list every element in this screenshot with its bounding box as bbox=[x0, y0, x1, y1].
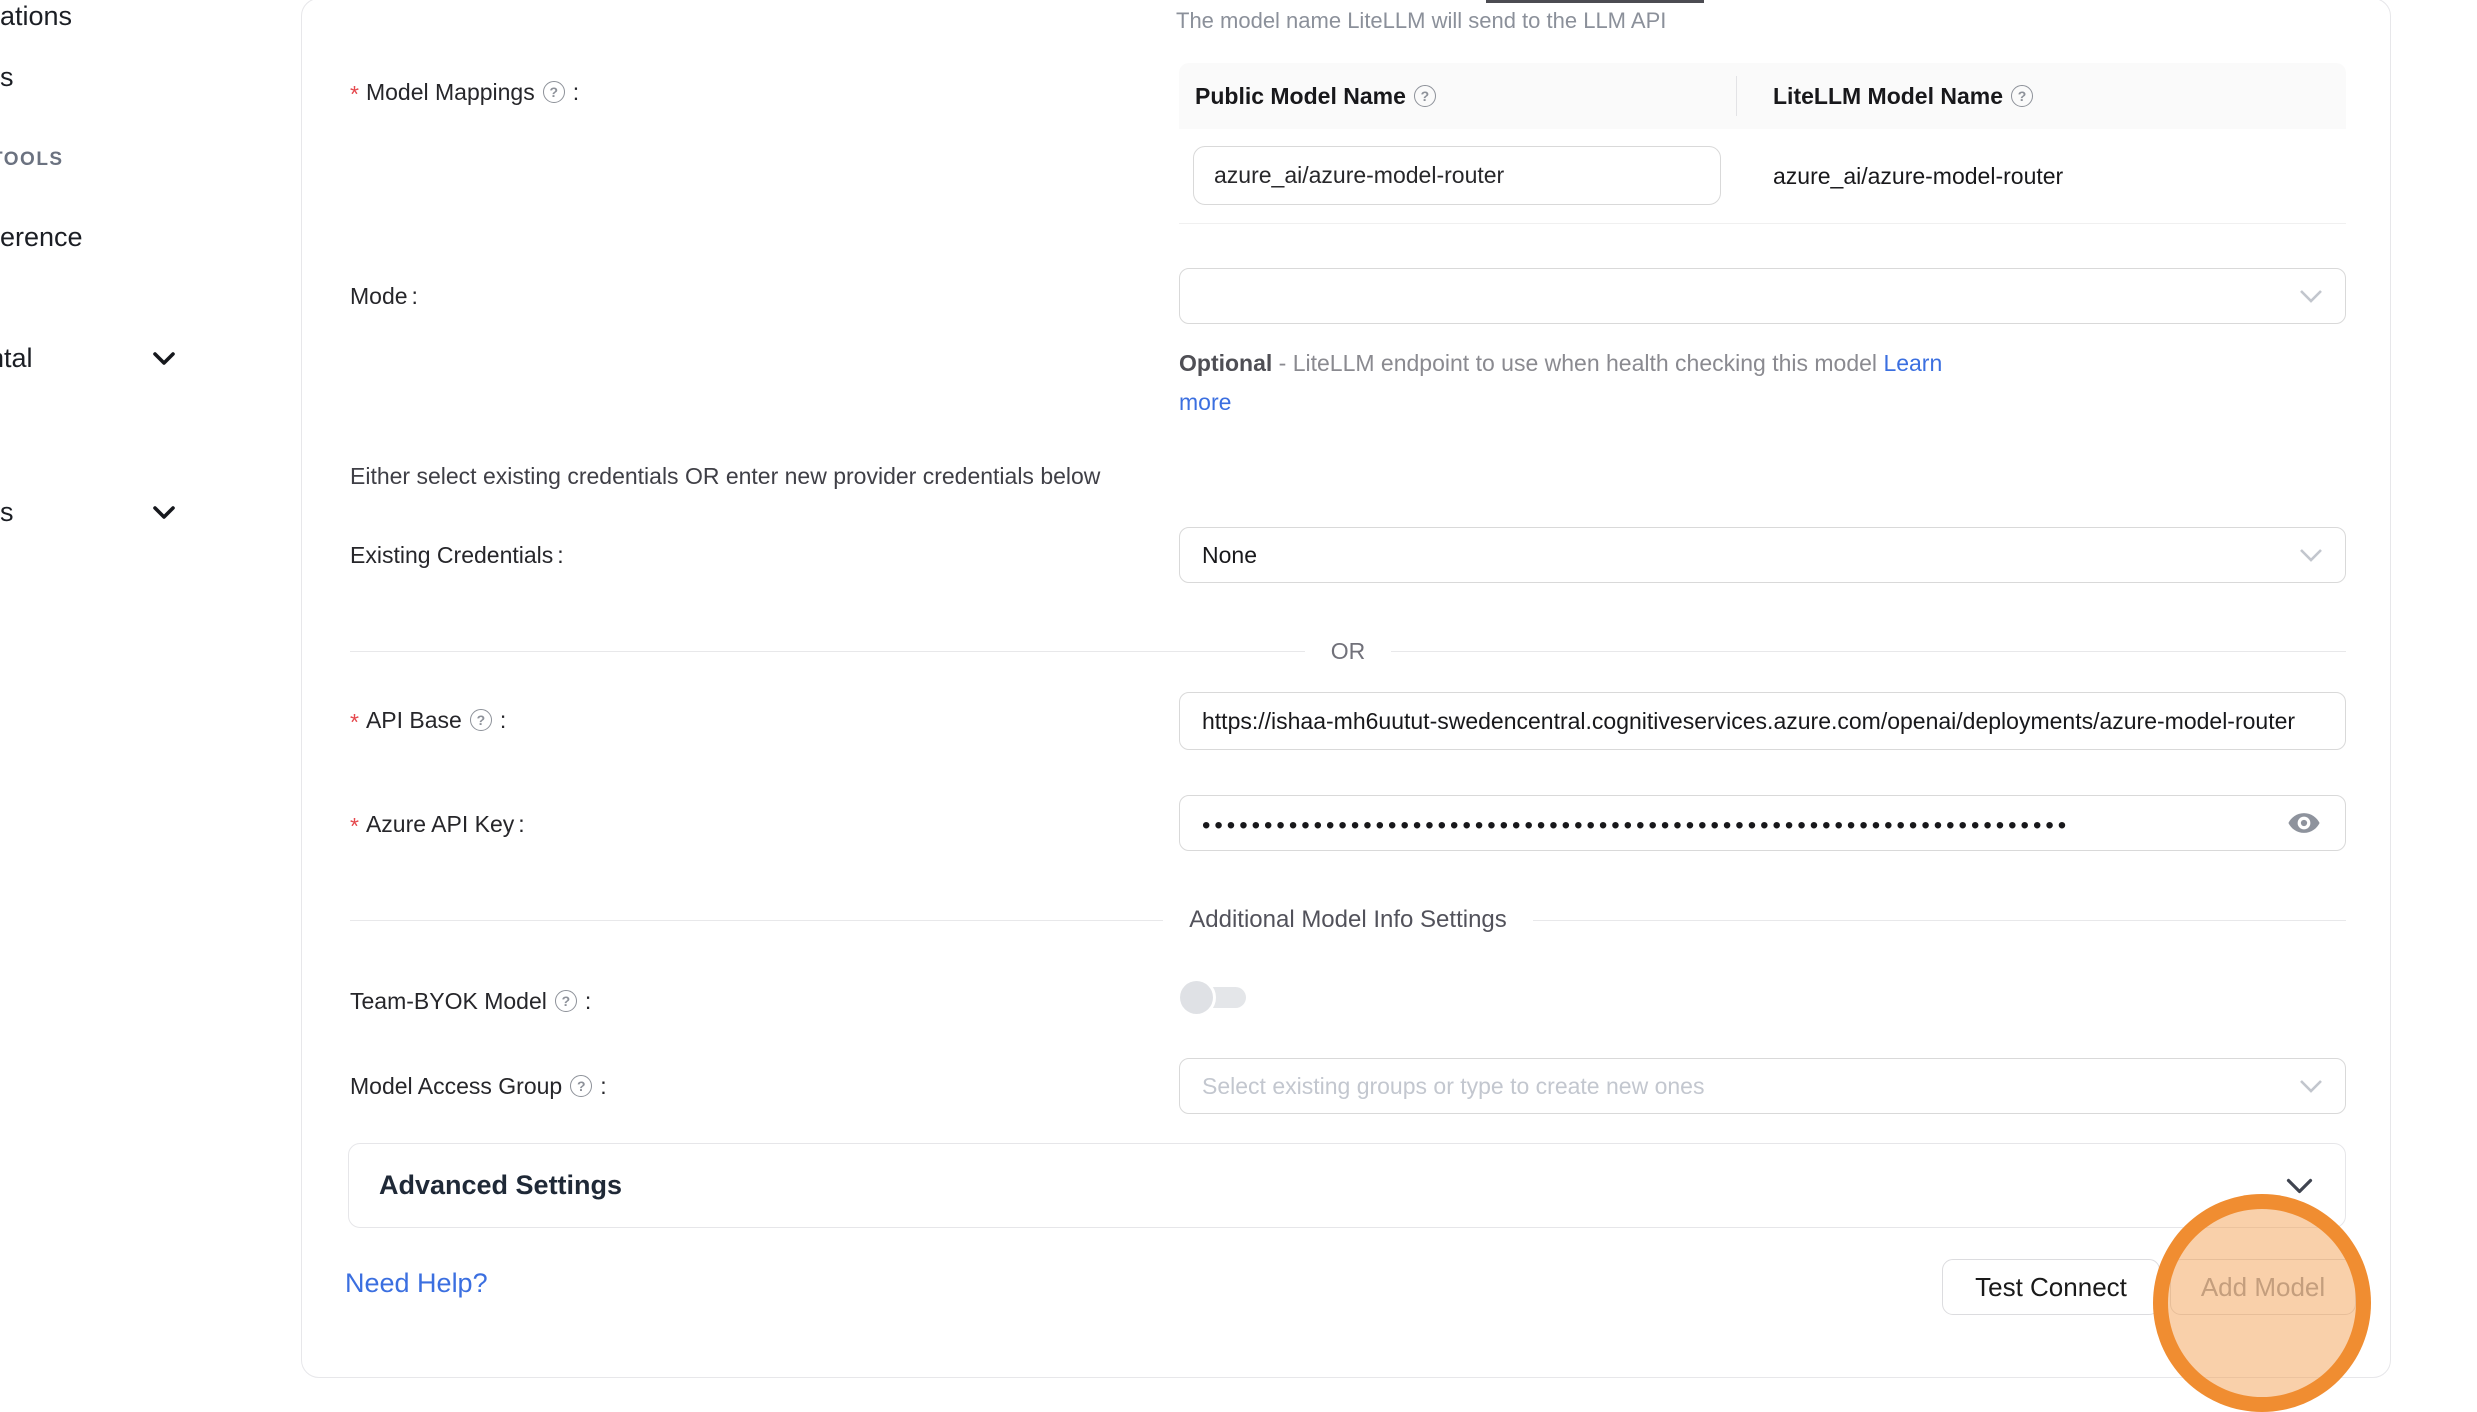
mode-select[interactable] bbox=[1179, 268, 2346, 324]
need-help-link[interactable]: Need Help? bbox=[345, 1266, 488, 1300]
masked-password-value: ••••••••••••••••••••••••••••••••••••••••… bbox=[1180, 812, 2070, 840]
required-asterisk: * bbox=[350, 810, 359, 842]
chevron-down-icon[interactable] bbox=[153, 352, 175, 370]
help-icon[interactable]: ? bbox=[470, 709, 492, 731]
api-base-label: * API Base ? : bbox=[350, 704, 506, 736]
model-name-helper-text: The model name LiteLLM will send to the … bbox=[1176, 6, 1666, 36]
mode-help-text-line2: more bbox=[1179, 386, 1231, 418]
chevron-down-icon bbox=[2286, 1178, 2313, 1194]
help-icon[interactable]: ? bbox=[570, 1075, 592, 1097]
azure-api-key-input[interactable]: ••••••••••••••••••••••••••••••••••••••••… bbox=[1179, 795, 2346, 851]
table-row-border bbox=[1179, 223, 2346, 224]
model-mappings-table: Public Model Name ? LiteLLM Model Name ?… bbox=[1179, 63, 2346, 224]
model-access-group-select[interactable]: Select existing groups or type to create… bbox=[1179, 1058, 2346, 1114]
column-divider bbox=[1736, 76, 1737, 116]
help-icon[interactable]: ? bbox=[1414, 85, 1436, 107]
chevron-down-icon[interactable] bbox=[153, 506, 175, 524]
test-connect-button[interactable]: Test Connect bbox=[1942, 1259, 2160, 1315]
sidebar-section-header: TOOLS bbox=[0, 148, 64, 172]
public-model-name-header: Public Model Name ? bbox=[1179, 83, 1736, 110]
existing-credentials-label: Existing Credentials : bbox=[350, 539, 564, 571]
public-model-name-input[interactable]: azure_ai/azure-model-router bbox=[1193, 146, 1721, 205]
advanced-settings-title: Advanced Settings bbox=[379, 1170, 622, 1201]
help-icon[interactable]: ? bbox=[543, 81, 565, 103]
chevron-down-icon bbox=[2299, 1079, 2323, 1093]
api-base-input[interactable]: https://ishaa-mh6uutut-swedencentral.cog… bbox=[1179, 692, 2346, 750]
help-icon[interactable]: ? bbox=[2011, 85, 2033, 107]
table-header: Public Model Name ? LiteLLM Model Name ? bbox=[1179, 63, 2346, 129]
help-icon[interactable]: ? bbox=[555, 990, 577, 1012]
toggle-knob bbox=[1180, 981, 1213, 1014]
sidebar-item-fragment[interactable]: erence bbox=[0, 221, 83, 253]
chevron-down-icon bbox=[2299, 289, 2323, 303]
advanced-settings-panel[interactable]: Advanced Settings bbox=[348, 1143, 2346, 1228]
mode-label: Mode : bbox=[350, 280, 418, 312]
litellm-model-name-value: azure_ai/azure-model-router bbox=[1773, 163, 2063, 190]
team-byok-toggle[interactable] bbox=[1180, 981, 1246, 1014]
clipped-row-above bbox=[1486, 0, 1704, 3]
sidebar-item-fragment[interactable]: ental bbox=[0, 342, 33, 374]
sidebar-item-fragment[interactable]: s bbox=[0, 496, 14, 528]
sidebar: ations s TOOLS erence ental s bbox=[0, 0, 301, 1385]
azure-api-key-label: * Azure API Key : bbox=[350, 808, 525, 840]
eye-icon[interactable] bbox=[2287, 806, 2321, 840]
add-model-button[interactable]: Add Model bbox=[2170, 1259, 2356, 1315]
credentials-note: Either select existing credentials OR en… bbox=[350, 461, 1100, 491]
or-divider: OR bbox=[350, 638, 2346, 665]
team-byok-label: Team-BYOK Model ? : bbox=[350, 985, 591, 1017]
required-asterisk: * bbox=[350, 706, 359, 738]
required-asterisk: * bbox=[350, 78, 359, 110]
sidebar-item-fragment[interactable]: s bbox=[0, 61, 14, 93]
model-mappings-label: * Model Mappings ? : bbox=[350, 76, 579, 108]
existing-credentials-select[interactable]: None bbox=[1179, 527, 2346, 583]
sidebar-item-fragment[interactable]: ations bbox=[0, 0, 72, 32]
model-access-group-label: Model Access Group ? : bbox=[350, 1070, 607, 1102]
learn-more-link[interactable]: Learn bbox=[1883, 350, 1942, 376]
litellm-model-name-header: LiteLLM Model Name ? bbox=[1736, 83, 2037, 110]
chevron-down-icon bbox=[2299, 548, 2323, 562]
additional-settings-divider: Additional Model Info Settings bbox=[350, 906, 2346, 934]
learn-more-link[interactable]: more bbox=[1179, 389, 1231, 415]
mode-help-text: Optional - LiteLLM endpoint to use when … bbox=[1179, 347, 1942, 379]
